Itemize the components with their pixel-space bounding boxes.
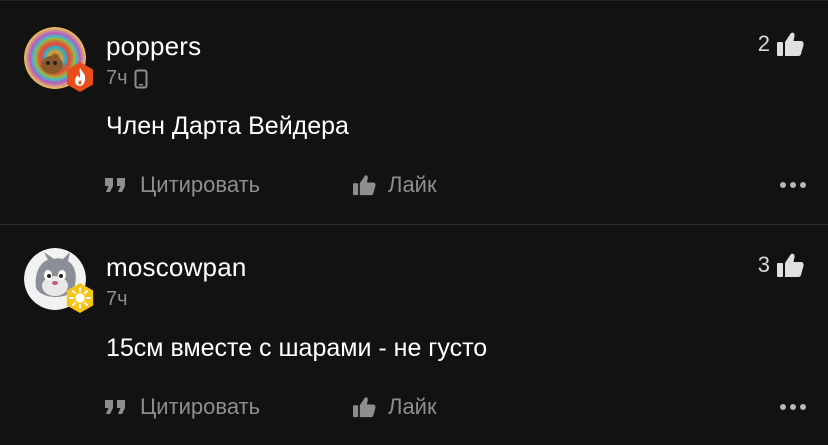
comment-meta: 7ч — [106, 288, 128, 311]
thumbs-up-icon[interactable] — [776, 252, 804, 278]
comment-text: 15см вместе с шарами - не густо — [106, 334, 488, 362]
comment-meta: 7ч — [106, 67, 148, 90]
quote-icon — [105, 178, 125, 192]
quote-icon — [105, 400, 125, 414]
more-dots-icon[interactable] — [780, 182, 806, 188]
username[interactable]: poppers — [106, 31, 201, 62]
like-label: Лайк — [388, 394, 437, 419]
sun-badge-icon — [64, 282, 96, 314]
quote-label: Цитировать — [140, 172, 261, 197]
rating-count: 2 — [757, 31, 770, 56]
like-button[interactable]: Лайк — [352, 172, 437, 198]
comment-item: poppers 7ч 2 Член Дарта Вейдера Цитирова… — [0, 0, 828, 224]
thumbs-up-icon — [353, 175, 376, 196]
comment-rating: 3 — [758, 252, 804, 278]
avatar[interactable] — [24, 27, 93, 92]
like-button[interactable]: Лайк — [352, 394, 437, 420]
rating-count: 3 — [757, 252, 770, 277]
phone-icon — [134, 69, 148, 88]
comment-time: 7ч — [106, 288, 128, 310]
comment-item: moscowpan 7ч 3 15см вместе с шарами - не… — [0, 226, 828, 445]
comment-time: 7ч — [106, 67, 128, 89]
comment-actions: Цитировать Лайк — [104, 392, 806, 422]
username[interactable]: moscowpan — [106, 252, 247, 283]
comment-rating: 2 — [758, 31, 804, 57]
quote-button[interactable]: Цитировать — [104, 394, 352, 420]
thumbs-up-icon[interactable] — [776, 31, 804, 57]
comment-text: Член Дарта Вейдера — [106, 112, 349, 140]
comment-divider — [0, 224, 828, 225]
fire-badge-icon — [64, 61, 96, 93]
quote-label: Цитировать — [140, 394, 261, 419]
quote-button[interactable]: Цитировать — [104, 172, 352, 198]
avatar[interactable] — [24, 248, 94, 314]
like-label: Лайк — [388, 172, 437, 197]
thumbs-up-icon — [353, 397, 376, 418]
comment-actions: Цитировать Лайк — [104, 170, 806, 200]
more-dots-icon[interactable] — [780, 404, 806, 410]
